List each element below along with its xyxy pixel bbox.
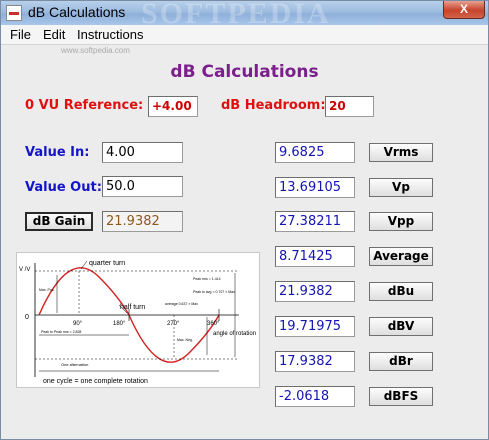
dbu-value: 21.9382 [275, 281, 355, 302]
max-pos-label: Max. Pos. [39, 288, 55, 292]
dbu-button[interactable]: dBu [369, 282, 433, 301]
db-gain-button[interactable]: dB Gain [25, 212, 93, 231]
average-button[interactable]: Average [369, 247, 433, 266]
peak-avg-label: Peak to avg = 0.707 × Max [193, 290, 235, 294]
peak-rms-label: Peak rms = 1.414 [193, 277, 221, 281]
dbv-button[interactable]: dBV [369, 317, 433, 336]
average-value: 8.71425 [275, 246, 355, 267]
quarter-turn-label: quarter turn [89, 260, 125, 267]
value-out-label: Value Out: [25, 180, 102, 195]
value-out-field[interactable]: 50.0 [102, 176, 183, 197]
vpp-value: 27.38211 [275, 211, 355, 232]
vp-value: 13.69105 [275, 177, 355, 198]
deg-360-label: 360° [207, 321, 220, 327]
close-button[interactable]: X [443, 1, 485, 19]
vrms-value: 9.6825 [275, 142, 355, 163]
half-turn-label: half turn [120, 304, 145, 311]
dbfs-value: -2.0618 [275, 386, 355, 407]
dbr-value: 17.9382 [275, 351, 355, 372]
max-neg-label: Max. Neg. [177, 338, 193, 342]
vpp-button[interactable]: Vpp [369, 212, 433, 231]
menu-file[interactable]: File [10, 27, 31, 42]
deg-270-label: 270° [167, 321, 180, 327]
sine-wave-diagram: V /V quarter turn half turn Peak rms = 1… [16, 252, 260, 388]
app-window: dB Calculations SOFTPEDIA X File Edit In… [0, 0, 489, 440]
headroom-label: dB Headroom: [221, 98, 326, 113]
deg-0-label: 0 [25, 314, 29, 321]
deg-180-label: 180° [113, 321, 126, 327]
one-alternation-label: One alternation [61, 362, 88, 367]
average-label: average 0.637 × Max [165, 302, 198, 306]
page-title: dB Calculations [170, 62, 319, 82]
menu-edit[interactable]: Edit [43, 27, 65, 42]
menu-instructions[interactable]: Instructions [77, 27, 143, 42]
menu-bar: File Edit Instructions [1, 25, 488, 45]
dbfs-button[interactable]: dBFS [369, 387, 433, 406]
dbr-button[interactable]: dBr [369, 352, 433, 371]
vu-reference-label: 0 VU Reference: [25, 98, 144, 113]
value-in-field[interactable]: 4.00 [102, 142, 183, 163]
sine-wave-svg: V /V quarter turn half turn Peak rms = 1… [19, 260, 256, 385]
site-subtext: www.softpedia.com [61, 46, 130, 55]
vrms-button[interactable]: Vrms [369, 143, 433, 162]
dbv-value: 19.71975 [275, 316, 355, 337]
angle-label: angle of rotation [213, 331, 256, 337]
window-title: dB Calculations [28, 4, 126, 20]
y-axis-label: V /V [19, 267, 30, 273]
headroom-field[interactable]: 20 [325, 96, 374, 117]
value-in-label: Value In: [25, 145, 90, 160]
peak-to-peak-label: Peak to Peak rms = 2.828 [41, 330, 81, 334]
db-gain-result: 21.9382 [102, 211, 183, 232]
vu-reference-field[interactable]: +4.00 [148, 96, 198, 117]
vp-button[interactable]: Vp [369, 178, 433, 197]
title-bar[interactable]: dB Calculations SOFTPEDIA X [1, 0, 488, 30]
app-icon [6, 5, 22, 21]
deg-90-label: 90° [73, 321, 83, 327]
cycle-caption: one cycle = one complete rotation [43, 378, 148, 385]
